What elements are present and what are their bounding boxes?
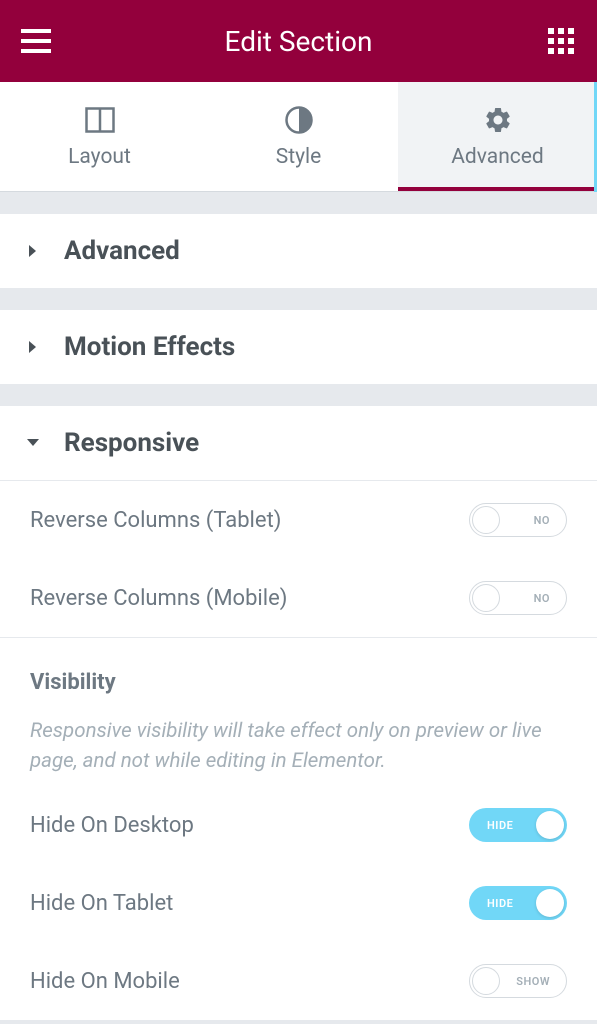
control-label: Reverse Columns (Tablet) — [30, 508, 281, 533]
reverse-tablet-toggle[interactable]: NO — [469, 503, 567, 537]
section-title: Motion Effects — [64, 332, 235, 362]
menu-icon[interactable] — [18, 23, 54, 59]
caret-down-icon — [26, 436, 40, 450]
apps-icon[interactable] — [543, 23, 579, 59]
tab-advanced[interactable]: Advanced — [398, 82, 597, 191]
hide-tablet-toggle[interactable]: HIDE — [469, 886, 567, 920]
toggle-knob — [472, 506, 500, 534]
section-title: Responsive — [64, 428, 199, 458]
toggle-knob — [472, 967, 500, 995]
panel-title: Edit Section — [225, 25, 373, 58]
tab-style[interactable]: Style — [199, 82, 398, 191]
caret-right-icon — [26, 340, 40, 354]
style-icon — [284, 105, 314, 135]
panel-header: Edit Section — [0, 0, 597, 82]
layout-icon — [85, 105, 115, 135]
toggle-text: HIDE — [487, 897, 513, 910]
control-label: Hide On Mobile — [30, 969, 180, 994]
visibility-title: Visibility — [30, 638, 567, 695]
section-title: Advanced — [64, 236, 180, 266]
caret-right-icon — [26, 244, 40, 258]
section-advanced[interactable]: Advanced — [0, 214, 597, 288]
reverse-mobile-toggle[interactable]: NO — [469, 581, 567, 615]
section-responsive[interactable]: Responsive — [0, 406, 597, 480]
toggle-text: NO — [534, 514, 550, 527]
toggle-text: NO — [534, 592, 550, 605]
section-motion-effects[interactable]: Motion Effects — [0, 310, 597, 384]
hide-desktop-row: Hide On Desktop HIDE — [30, 786, 567, 864]
control-label: Reverse Columns (Mobile) — [30, 586, 287, 611]
hide-tablet-row: Hide On Tablet HIDE — [30, 864, 567, 942]
tab-label: Advanced — [451, 145, 544, 169]
toggle-knob — [536, 889, 564, 917]
tab-label: Layout — [68, 145, 131, 169]
control-label: Hide On Desktop — [30, 813, 194, 838]
gear-icon — [483, 105, 513, 135]
tab-layout[interactable]: Layout — [0, 82, 199, 191]
tab-label: Style — [276, 145, 322, 169]
hide-mobile-row: Hide On Mobile SHOW — [30, 942, 567, 1020]
reverse-columns-tablet-row: Reverse Columns (Tablet) NO — [30, 481, 567, 559]
responsive-body: Reverse Columns (Tablet) NO Reverse Colu… — [0, 480, 597, 1020]
visibility-description: Responsive visibility will take effect o… — [30, 695, 567, 786]
sections-container: Advanced Motion Effects Responsive Rever… — [0, 214, 597, 1020]
reverse-columns-mobile-row: Reverse Columns (Mobile) NO — [30, 559, 567, 637]
toggle-text: HIDE — [487, 819, 513, 832]
toggle-text: SHOW — [516, 975, 550, 988]
toggle-knob — [472, 584, 500, 612]
hide-desktop-toggle[interactable]: HIDE — [469, 808, 567, 842]
toggle-knob — [536, 811, 564, 839]
tabs-bar: Layout Style Advanced — [0, 82, 597, 192]
control-label: Hide On Tablet — [30, 891, 173, 916]
hide-mobile-toggle[interactable]: SHOW — [469, 964, 567, 998]
